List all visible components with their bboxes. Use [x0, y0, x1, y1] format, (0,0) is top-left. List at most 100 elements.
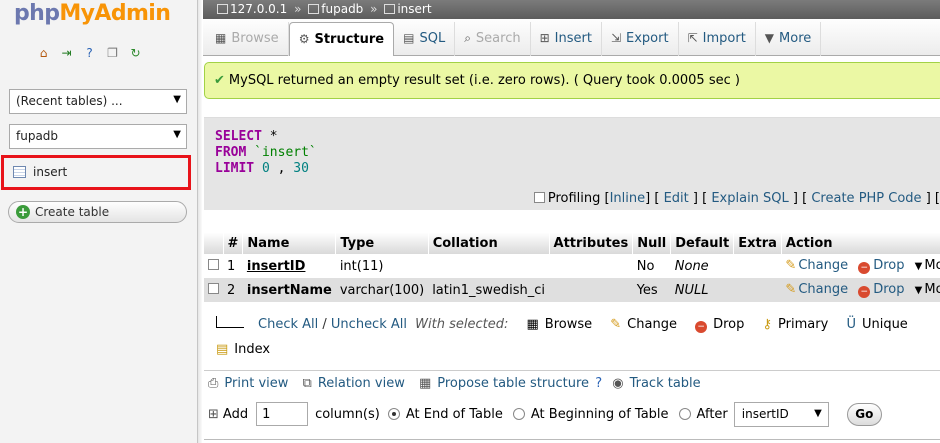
table-row: 2 insertName varchar(100) latin1_swedish… [204, 278, 940, 302]
browse-icon: ▦ [215, 31, 227, 45]
tab-import[interactable]: ⇱ Import [679, 22, 756, 56]
sql-query-box: SELECT * FROM `insert` LIMIT 0 , 30 Prof… [204, 117, 940, 210]
browse-icon: ▦ [526, 317, 539, 332]
reload-icon[interactable]: ↻ [127, 44, 144, 61]
track-table-link[interactable]: Track table [630, 376, 701, 391]
arrow-up-icon [216, 316, 244, 328]
unique-icon: Ü [846, 317, 856, 332]
more-action[interactable]: ▼More [915, 282, 940, 297]
explain-sql-link[interactable]: Explain SQL [711, 191, 788, 206]
change-action[interactable]: ✎ Change [785, 282, 848, 297]
tab-insert[interactable]: ⊞ Insert [531, 22, 602, 56]
at-end-radio[interactable] [387, 408, 400, 420]
navigation-panel: phpMyAdmin ⌂ ⇥ ? ❐ ↻ (Recent tables) ...… [0, 0, 202, 443]
inline-link[interactable]: Inline [610, 191, 646, 206]
tab-sql[interactable]: ▤ SQL [394, 22, 456, 56]
drop-action[interactable]: − Drop [858, 282, 905, 298]
header-number: # [223, 233, 244, 254]
plus-icon: + [16, 205, 30, 219]
breadcrumb-server[interactable]: 127.0.0.1 [230, 2, 287, 16]
header-name: Name [242, 233, 337, 254]
bulk-browse-button[interactable]: ▦ Browse [526, 317, 592, 332]
breadcrumb: 127.0.0.1 » fupadb » insert [203, 0, 940, 19]
index-icon: ▤ [216, 342, 229, 357]
recent-tables-select[interactable]: (Recent tables) ... ▼ [9, 89, 187, 114]
tab-export[interactable]: ⇲ Export [602, 22, 679, 56]
check-all-link[interactable]: Check All [258, 317, 318, 332]
triangle-down-icon: ▼ [914, 261, 923, 272]
header-collation: Collation [428, 233, 550, 254]
print-view-link[interactable]: Print view [224, 376, 288, 391]
column-count-input[interactable]: 1 [256, 402, 309, 426]
column-name-link[interactable]: insertName [247, 283, 332, 298]
header-attributes: Attributes [549, 233, 634, 254]
more-action[interactable]: ▼More [915, 258, 940, 273]
chevron-down-icon: ▼ [814, 407, 822, 419]
relation-view-link[interactable]: Relation view [318, 376, 405, 391]
check-icon: ✔ [214, 73, 225, 88]
table-icon [384, 4, 396, 14]
sql-query[interactable]: SELECT * FROM `insert` LIMIT 0 , 30 [215, 129, 317, 177]
bulk-change-button[interactable]: ✎ Change [610, 317, 677, 332]
structure-icon: ⚙ [298, 32, 310, 46]
drop-action[interactable]: − Drop [858, 258, 905, 274]
create-table-button[interactable]: + Create table [8, 201, 187, 223]
table-tools: ⎙ Print view ⧉ Relation view ▦ Propose tabl… [208, 376, 711, 391]
column-name-link[interactable]: insertID [247, 259, 306, 274]
at-beginning-radio[interactable] [512, 408, 525, 420]
server-icon [217, 4, 228, 14]
structure-table: # Name Type Collation Attributes Null De… [204, 233, 940, 302]
nav-icon-bar: ⌂ ⇥ ? ❐ ↻ [35, 44, 144, 61]
bulk-drop-button[interactable]: − Drop [695, 317, 744, 333]
key-icon: ⚷ [762, 317, 773, 332]
breadcrumb-database[interactable]: fupadb [321, 2, 363, 16]
create-php-code-link[interactable]: Create PHP Code [811, 191, 921, 206]
pencil-icon: ✎ [785, 258, 797, 273]
divider [204, 439, 940, 440]
propose-structure-icon: ▦ [418, 376, 432, 391]
sql-links: Profiling [Inline] [ Edit ] [ Explain SQ… [533, 191, 940, 206]
after-column-select[interactable]: insertID ▼ [733, 401, 829, 427]
tab-structure[interactable]: ⚙ Structure [288, 22, 395, 56]
change-action[interactable]: ✎ Change [785, 258, 848, 273]
export-icon: ⇲ [610, 31, 622, 45]
header-action: Action [781, 233, 940, 254]
propose-structure-link[interactable]: Propose table structure [437, 376, 589, 391]
drop-icon: − [858, 262, 871, 274]
bulk-primary-button[interactable]: ⚷ Primary [763, 317, 829, 332]
home-icon[interactable]: ⌂ [35, 44, 52, 61]
bulk-unique-button[interactable]: Ü Unique [846, 317, 907, 332]
tab-browse[interactable]: ▦ Browse [206, 22, 289, 56]
add-column-form: ⊞ Add 1 column(s) At End of Table At Beg… [208, 400, 940, 428]
uncheck-all-link[interactable]: Uncheck All [331, 317, 407, 332]
chevron-down-icon: ▼ [173, 129, 181, 140]
table-header-row: # Name Type Collation Attributes Null De… [204, 233, 940, 254]
header-type: Type [335, 233, 429, 254]
row-checkbox[interactable] [208, 258, 219, 270]
row-checkbox[interactable] [208, 282, 219, 294]
documentation-icon[interactable]: ❐ [104, 44, 121, 61]
breadcrumb-table[interactable]: insert [397, 2, 431, 16]
chevron-down-icon: ▼ [173, 94, 181, 105]
database-select[interactable]: fupadb ▼ [9, 124, 187, 149]
tab-search[interactable]: ⌕ Search [455, 22, 531, 56]
more-icon: ▼ [764, 31, 775, 45]
relation-icon: ⧉ [302, 376, 312, 391]
go-button[interactable]: Go [846, 402, 882, 426]
tab-more[interactable]: ▼ More [756, 22, 822, 56]
help-icon[interactable]: ? [595, 376, 602, 391]
help-icon[interactable]: ? [81, 44, 98, 61]
highlight-box [1, 155, 191, 190]
search-icon: ⌕ [464, 31, 471, 45]
tab-bar: ▦ Browse ⚙ Structure ▤ SQL ⌕ Search ⊞ Insert … [203, 19, 940, 56]
logout-icon[interactable]: ⇥ [58, 44, 75, 61]
phpmyadmin-logo[interactable]: phpMyAdmin [14, 1, 171, 26]
header-null: Null [632, 233, 672, 254]
breadcrumb-separator: » [370, 2, 378, 16]
bulk-index-button[interactable]: ▤ Index [216, 342, 270, 357]
database-icon [308, 4, 320, 14]
profiling-checkbox[interactable] [533, 192, 545, 203]
import-icon: ⇱ [687, 31, 698, 45]
edit-link[interactable]: Edit [664, 191, 689, 206]
after-radio[interactable] [678, 408, 691, 420]
